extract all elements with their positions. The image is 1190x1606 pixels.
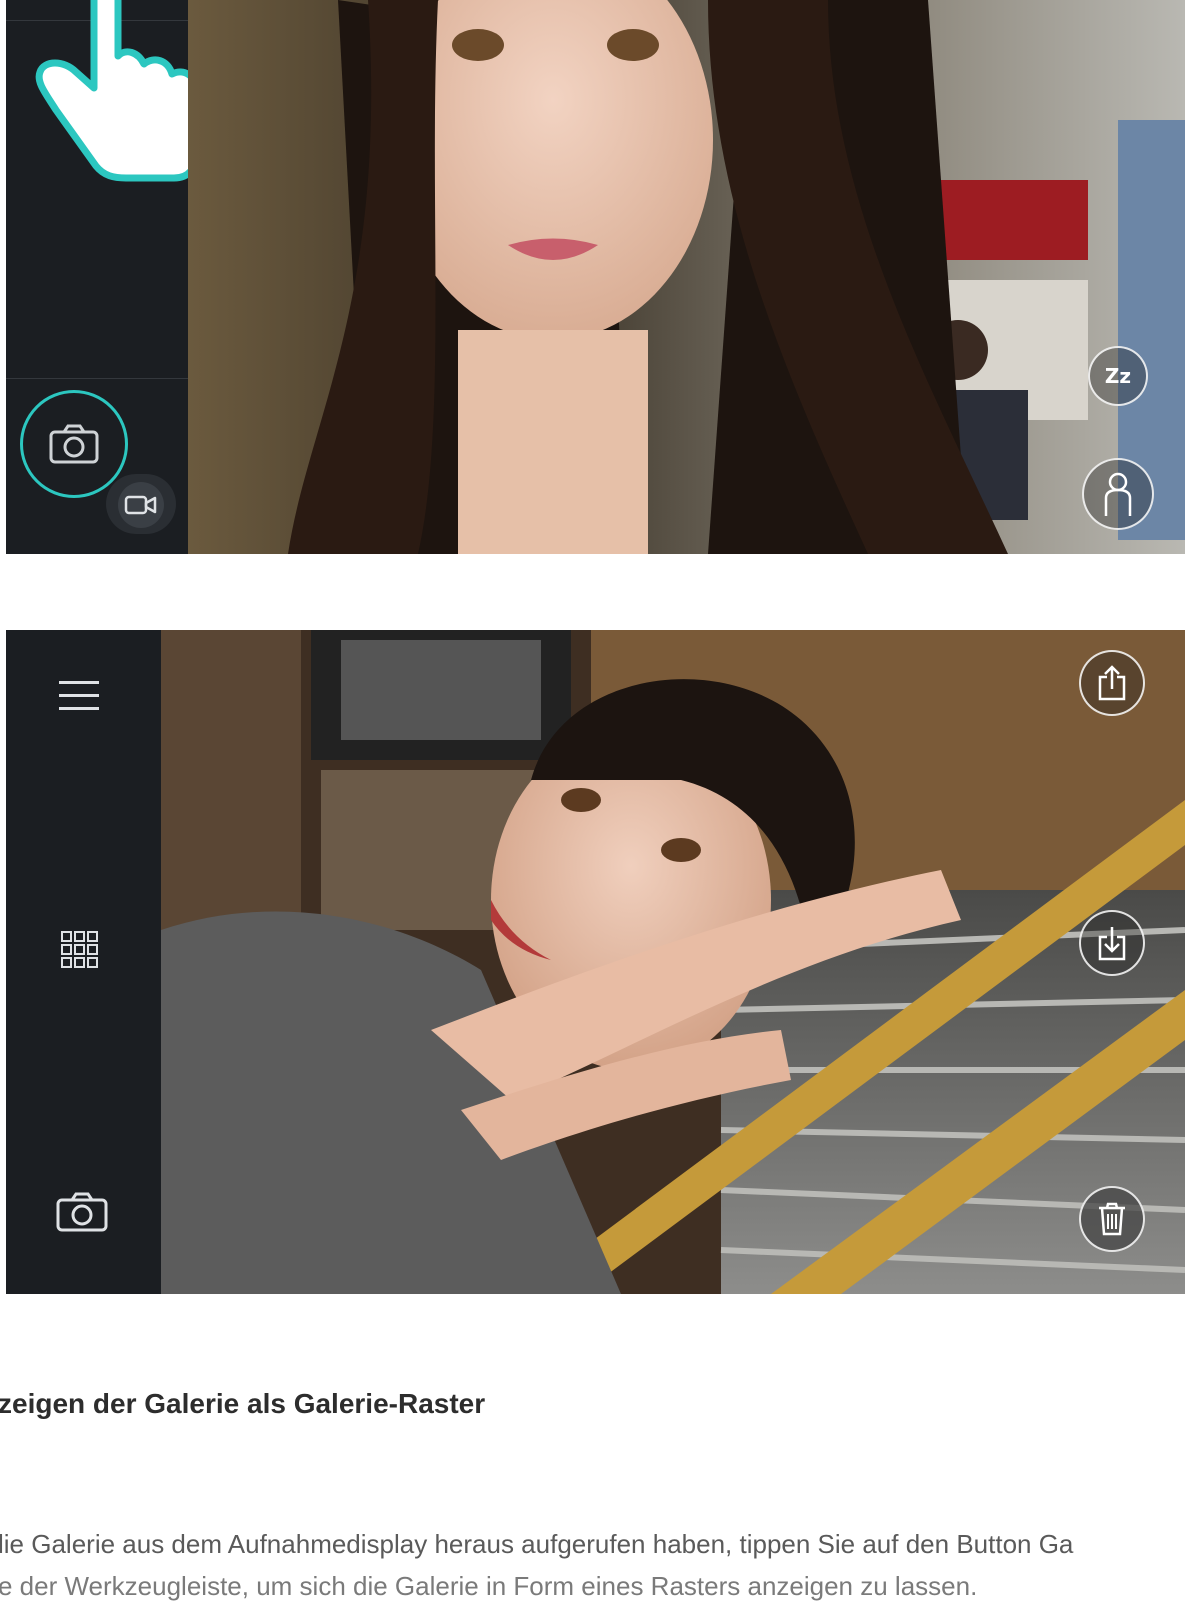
camera-icon[interactable] — [54, 1190, 110, 1234]
download-icon — [1097, 925, 1127, 961]
grid-icon[interactable] — [60, 930, 100, 970]
sidebar-divider — [6, 378, 188, 379]
gallery-screenshot — [6, 630, 1185, 1294]
viewfinder-photo: Zz — [188, 0, 1185, 554]
section-heading: zeigen der Galerie als Galerie-Raster — [0, 1388, 486, 1419]
delete-button[interactable] — [1079, 1186, 1145, 1252]
gallery-photo — [161, 630, 1185, 1294]
download-button[interactable] — [1079, 910, 1145, 976]
body-paragraph-line: lie Galerie aus dem Aufnahmedisplay hera… — [0, 1529, 1074, 1559]
viewfinder-sidebar — [6, 0, 200, 554]
camera-viewfinder-screenshot: Zz — [6, 0, 1185, 554]
share-button[interactable] — [1079, 650, 1145, 716]
sleep-mode-button[interactable]: Zz — [1088, 346, 1148, 406]
video-camera-icon — [124, 494, 158, 516]
pointing-hand-icon — [34, 0, 204, 185]
trash-icon — [1097, 1202, 1127, 1236]
photo-shutter-button[interactable] — [20, 390, 128, 498]
body-paragraph-line: e der Werkzeugleiste, um sich die Galeri… — [0, 1571, 978, 1601]
person-icon — [1103, 472, 1133, 516]
share-icon — [1097, 665, 1127, 701]
hamburger-menu-icon[interactable] — [54, 676, 104, 716]
gallery-sidebar — [6, 630, 161, 1294]
portrait-mode-button[interactable] — [1082, 458, 1154, 530]
video-mode-button[interactable] — [118, 482, 164, 528]
camera-icon — [49, 424, 99, 464]
sleep-zzz-icon: Zz — [1104, 364, 1132, 388]
